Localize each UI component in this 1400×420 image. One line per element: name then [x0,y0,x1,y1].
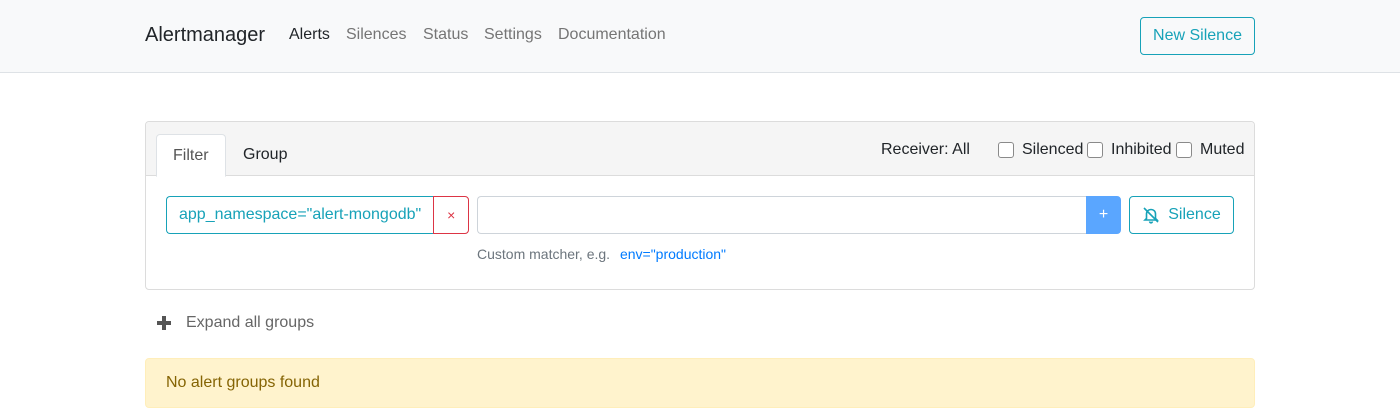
expand-all-label: Expand all groups [186,314,315,331]
nav-documentation[interactable]: Documentation [558,26,666,44]
nav-silences[interactable]: Silences [346,26,406,44]
muted-checkbox[interactable]: Muted [1176,141,1244,159]
muted-label: Muted [1200,141,1245,158]
checkbox-box[interactable] [1176,142,1192,158]
silence-button-label: Silence [1168,206,1221,223]
expand-all-groups-button[interactable]: Expand all groups [157,314,314,332]
hint-text: Custom matcher, e.g. [477,246,611,262]
new-silence-button[interactable]: New Silence [1140,17,1255,55]
nav-alerts[interactable]: Alerts [289,26,330,44]
checkbox-box[interactable] [1087,142,1103,158]
silenced-checkbox[interactable]: Silenced [998,141,1083,159]
brand-link[interactable]: Alertmanager [145,24,265,47]
remove-matcher-button[interactable]: × [433,196,470,234]
tab-group[interactable]: Group [227,134,303,177]
matcher-hint: Custom matcher, e.g. env="production" [477,246,726,262]
inhibited-label: Inhibited [1111,141,1172,158]
nav-settings[interactable]: Settings [484,26,542,44]
silenced-label: Silenced [1022,141,1084,158]
add-matcher-button[interactable]: + [1086,196,1121,234]
hint-example-link[interactable]: env="production" [620,246,726,262]
nav-status[interactable]: Status [423,26,468,44]
bell-slash-icon [1143,207,1160,224]
matcher-input[interactable] [477,196,1087,234]
filter-card-header: Filter Group Receiver: All Silenced Inhi… [146,122,1254,177]
navbar: Alertmanager Alerts Silences Status Sett… [0,0,1400,73]
receiver-selector[interactable]: Receiver: All [881,141,970,159]
empty-state-alert: No alert groups found [145,358,1255,408]
silence-button[interactable]: Silence [1129,196,1234,234]
matcher-text[interactable]: app_namespace="alert-mongodb" [166,196,434,234]
inhibited-checkbox[interactable]: Inhibited [1087,141,1172,159]
plus-icon [157,316,171,330]
checkbox-box[interactable] [998,142,1014,158]
tab-filter[interactable]: Filter [156,134,226,177]
matcher-pill: app_namespace="alert-mongodb" × [166,196,470,234]
filter-card: Filter Group Receiver: All Silenced Inhi… [145,121,1255,290]
